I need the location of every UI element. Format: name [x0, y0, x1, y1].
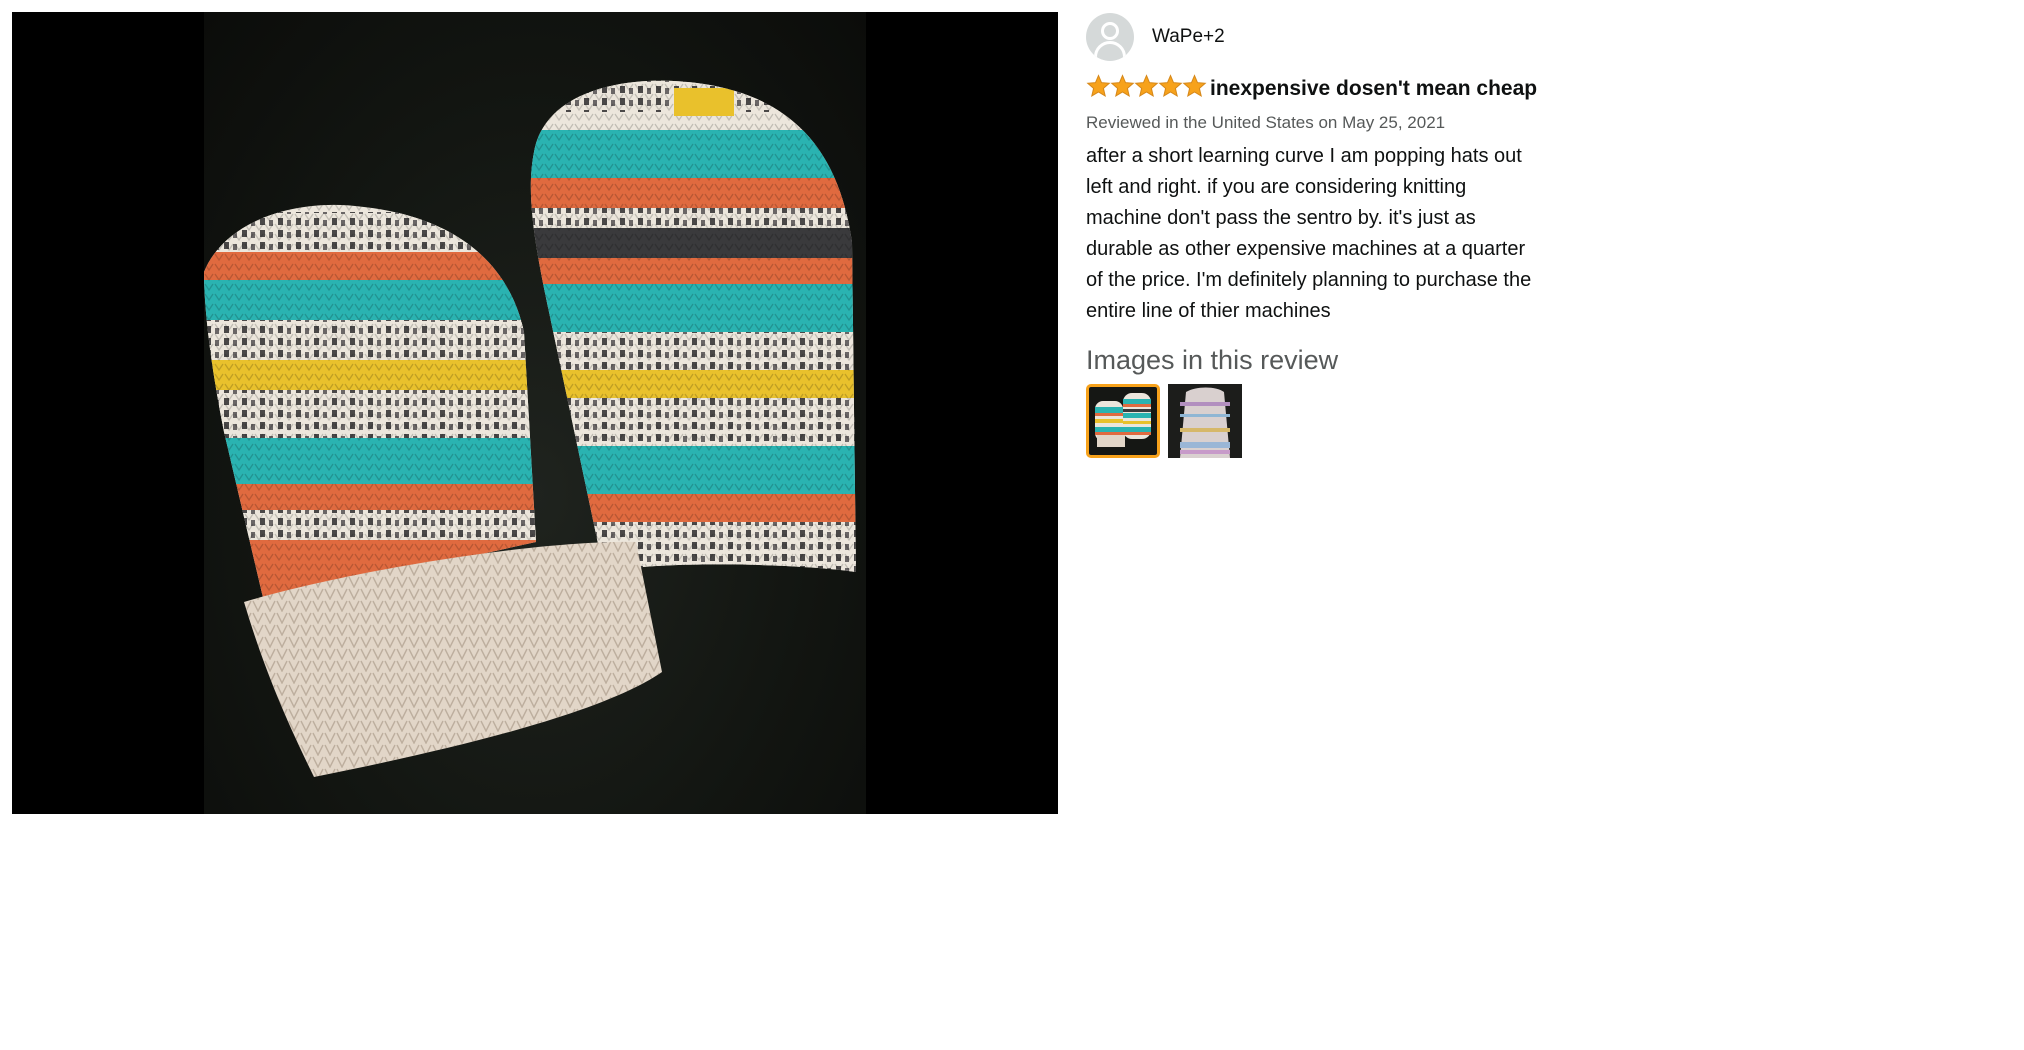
user-avatar-icon[interactable]: [1086, 13, 1134, 61]
image-viewer: [12, 12, 1058, 814]
thumbnail-2[interactable]: [1168, 384, 1242, 458]
review-image-modal: WaPe+2 inexpensive dosen't mean cheap Re…: [0, 0, 1568, 827]
star-rating: [1086, 74, 1207, 107]
star-icon: [1182, 74, 1207, 97]
reviewer-profile[interactable]: WaPe+2: [1086, 12, 1546, 62]
reviewer-name[interactable]: WaPe+2: [1152, 26, 1225, 48]
star-icon: [1134, 74, 1159, 97]
review-date: Reviewed in the United States on May 25,…: [1086, 113, 1446, 132]
review-photo: [204, 12, 866, 814]
review-text: after a short learning curve I am poppin…: [1086, 145, 1532, 322]
review-panel: WaPe+2 inexpensive dosen't mean cheap Re…: [1086, 12, 1546, 458]
review-image-thumbnails: [1086, 384, 1546, 458]
images-heading: Images in this review: [1086, 345, 1339, 375]
review-title-row: inexpensive dosen't mean cheap: [1086, 73, 1546, 107]
review-title[interactable]: inexpensive dosen't mean cheap: [1210, 77, 1537, 100]
star-icon: [1110, 74, 1135, 97]
star-icon: [1158, 74, 1183, 97]
star-icon: [1086, 74, 1111, 97]
thumbnail-1[interactable]: [1086, 384, 1160, 458]
